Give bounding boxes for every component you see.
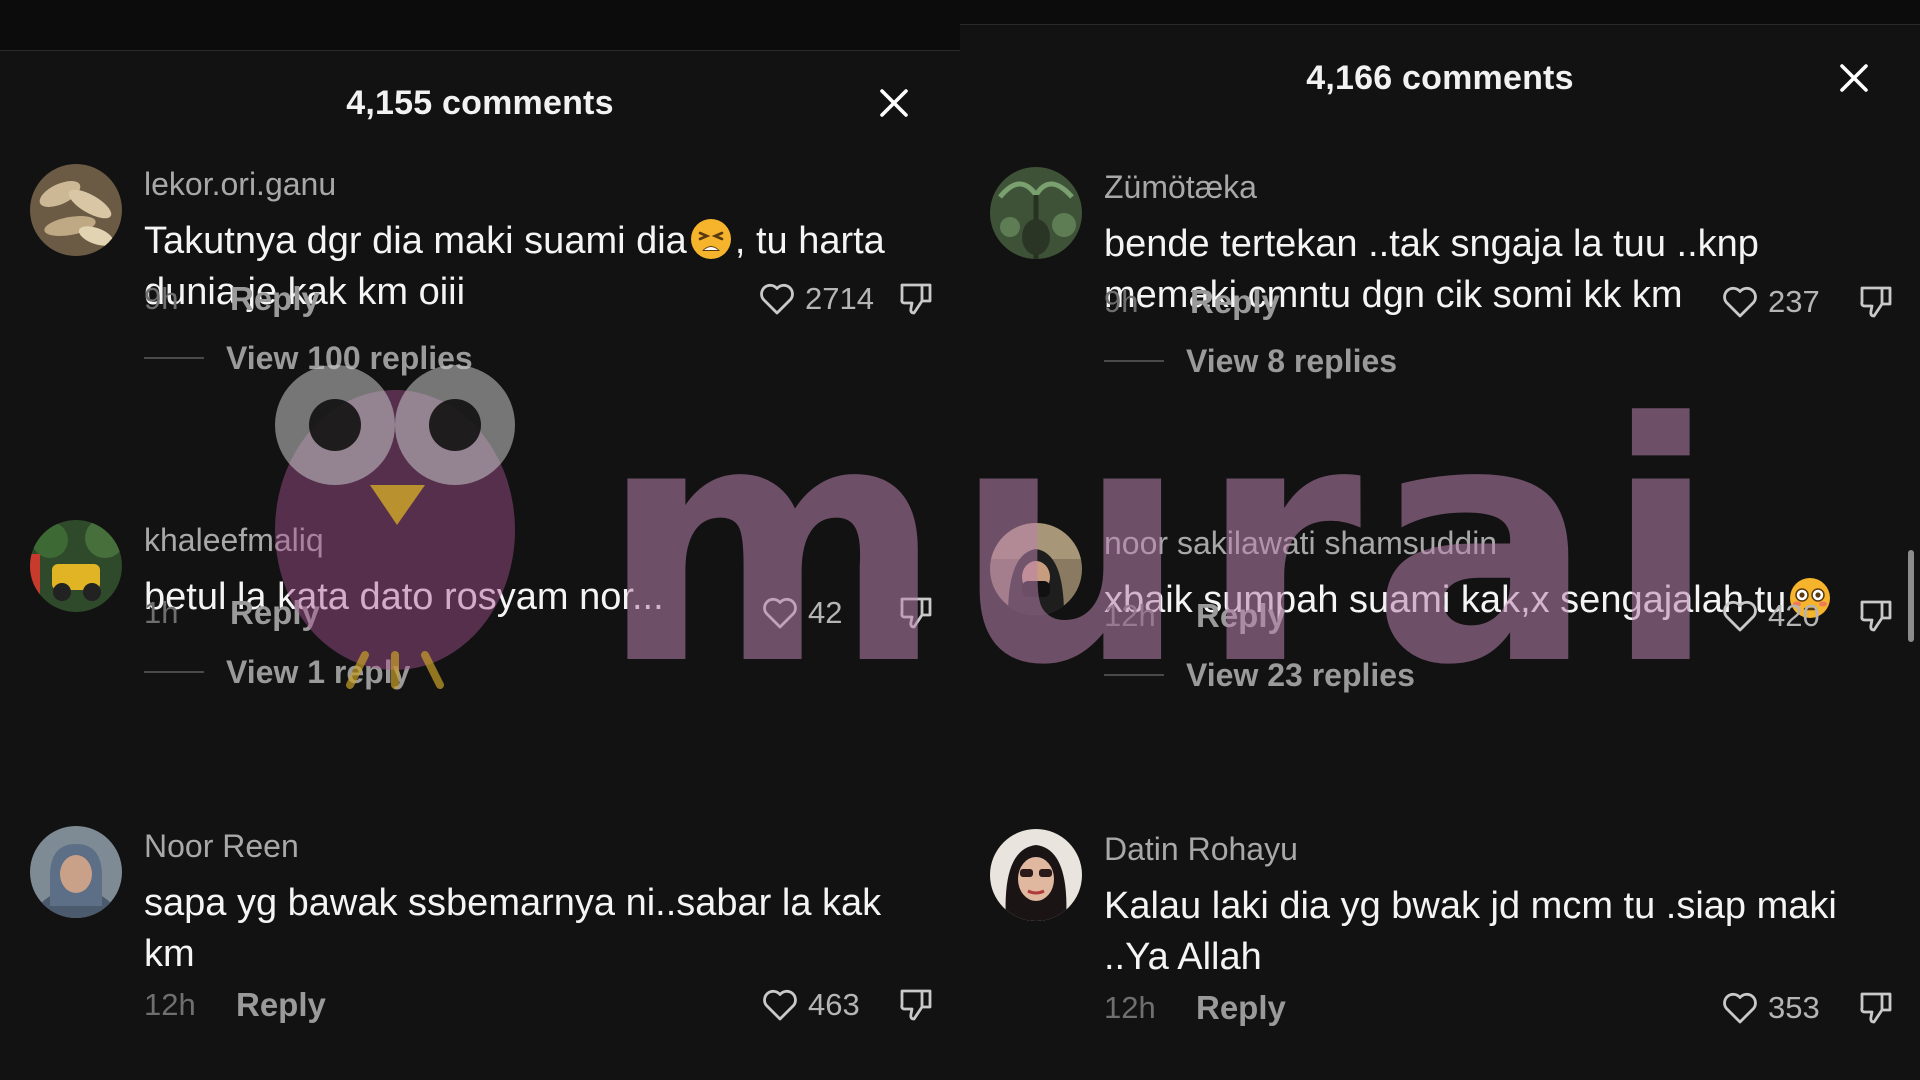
- comment-text: Kalau laki dia yg bwak jd mcm tu .siap m…: [1104, 885, 1837, 978]
- heart-icon: [1723, 286, 1757, 318]
- like-count: 420: [1768, 598, 1820, 633]
- close-icon[interactable]: [876, 85, 912, 121]
- view-replies-label: View 8 replies: [1186, 342, 1398, 379]
- comments-panel-right: 4,166 comments Zümötæka bende tertekan .…: [960, 0, 1920, 1080]
- heart-icon: [1723, 992, 1757, 1024]
- avatar[interactable]: [30, 520, 122, 612]
- thumbs-down-icon[interactable]: [896, 593, 936, 633]
- comment-username[interactable]: Noor Reen: [144, 828, 299, 865]
- thumbs-down-icon[interactable]: [1856, 988, 1896, 1028]
- comments-count-title: 4,166 comments: [1306, 58, 1574, 97]
- comments-header: 4,166 comments: [960, 48, 1920, 108]
- like-button[interactable]: 420: [1720, 596, 1834, 636]
- heart-icon: [1723, 600, 1757, 632]
- like-count: 2714: [805, 281, 874, 316]
- divider-line: [1104, 674, 1164, 676]
- comment-meta: 9h Reply 237: [1104, 279, 1894, 325]
- heart-icon: [763, 989, 797, 1021]
- comment-username[interactable]: lekor.ori.ganu: [144, 166, 336, 203]
- thumbs-down-icon[interactable]: [1856, 282, 1896, 322]
- heart-icon: [763, 597, 797, 629]
- comment-meta: 9h Reply 2714: [144, 276, 934, 322]
- comment-text-part: Takutnya dgr dia maki suami dia: [144, 220, 687, 262]
- comment-meta: 12h Reply 353: [1104, 985, 1894, 1031]
- close-icon[interactable]: [1836, 60, 1872, 96]
- comment-time: 9h: [1104, 284, 1139, 319]
- like-count: 463: [808, 987, 860, 1022]
- avatar[interactable]: [990, 523, 1082, 615]
- comments-header: 4,155 comments: [0, 73, 960, 133]
- like-count: 237: [1768, 284, 1820, 319]
- comment-text: sapa yg bawak ssbemarnya ni..sabar la ka…: [144, 882, 882, 975]
- view-replies-label: View 1 reply: [226, 653, 411, 690]
- comment-meta: 12h Reply 463: [144, 982, 934, 1028]
- like-button[interactable]: 237: [1720, 282, 1834, 322]
- reply-button[interactable]: Reply: [230, 280, 320, 318]
- divider-line: [144, 671, 204, 673]
- reply-button[interactable]: Reply: [1196, 597, 1286, 635]
- view-replies-label: View 100 replies: [226, 339, 473, 376]
- thumbs-down-icon[interactable]: [896, 985, 936, 1025]
- comment-time: 12h: [1104, 598, 1156, 633]
- like-count: 42: [808, 595, 843, 630]
- comment-meta: 1h Reply 42: [144, 590, 934, 636]
- like-button[interactable]: 353: [1720, 988, 1834, 1028]
- comment-username[interactable]: noor sakilawati shamsuddin: [1104, 525, 1497, 562]
- comment-time: 12h: [144, 987, 196, 1022]
- comments-panel-left: 4,155 comments lekor.ori.ganu Takutnya d…: [0, 0, 960, 1080]
- comment-time: 9h: [144, 281, 179, 316]
- view-replies-button[interactable]: View 100 replies: [144, 336, 473, 380]
- reply-button[interactable]: Reply: [236, 986, 326, 1024]
- like-button[interactable]: 42: [760, 593, 874, 633]
- comment-time: 1h: [144, 595, 179, 630]
- divider-line: [1104, 360, 1164, 362]
- comment-username[interactable]: Datin Rohayu: [1104, 831, 1298, 868]
- avatar[interactable]: [990, 167, 1082, 259]
- view-replies-label: View 23 replies: [1186, 656, 1415, 693]
- thumbs-down-icon[interactable]: [1856, 596, 1896, 636]
- scrollbar[interactable]: [1908, 550, 1914, 642]
- reply-button[interactable]: Reply: [1190, 283, 1280, 321]
- comment-time: 12h: [1104, 990, 1156, 1025]
- avatar[interactable]: [30, 164, 122, 256]
- comments-count-title: 4,155 comments: [346, 83, 614, 122]
- like-button[interactable]: 463: [760, 985, 874, 1025]
- comment-meta: 12h Reply 420: [1104, 593, 1894, 639]
- like-button[interactable]: 2714: [757, 279, 874, 319]
- reply-button[interactable]: Reply: [230, 594, 320, 632]
- heart-icon: [760, 283, 794, 315]
- divider-line: [144, 357, 204, 359]
- like-count: 353: [1768, 990, 1820, 1025]
- reply-button[interactable]: Reply: [1196, 989, 1286, 1027]
- tired-face-emoji-icon: [690, 219, 731, 259]
- comment-username[interactable]: Zümötæka: [1104, 169, 1257, 206]
- video-area-edge: [0, 0, 960, 51]
- video-area-edge: [960, 0, 1920, 25]
- avatar[interactable]: [30, 826, 122, 918]
- view-replies-button[interactable]: View 23 replies: [1104, 653, 1415, 697]
- view-replies-button[interactable]: View 8 replies: [1104, 339, 1397, 383]
- comment-username[interactable]: khaleefmaliq: [144, 522, 324, 559]
- avatar[interactable]: [990, 829, 1082, 921]
- view-replies-button[interactable]: View 1 reply: [144, 650, 410, 694]
- thumbs-down-icon[interactable]: [896, 279, 936, 319]
